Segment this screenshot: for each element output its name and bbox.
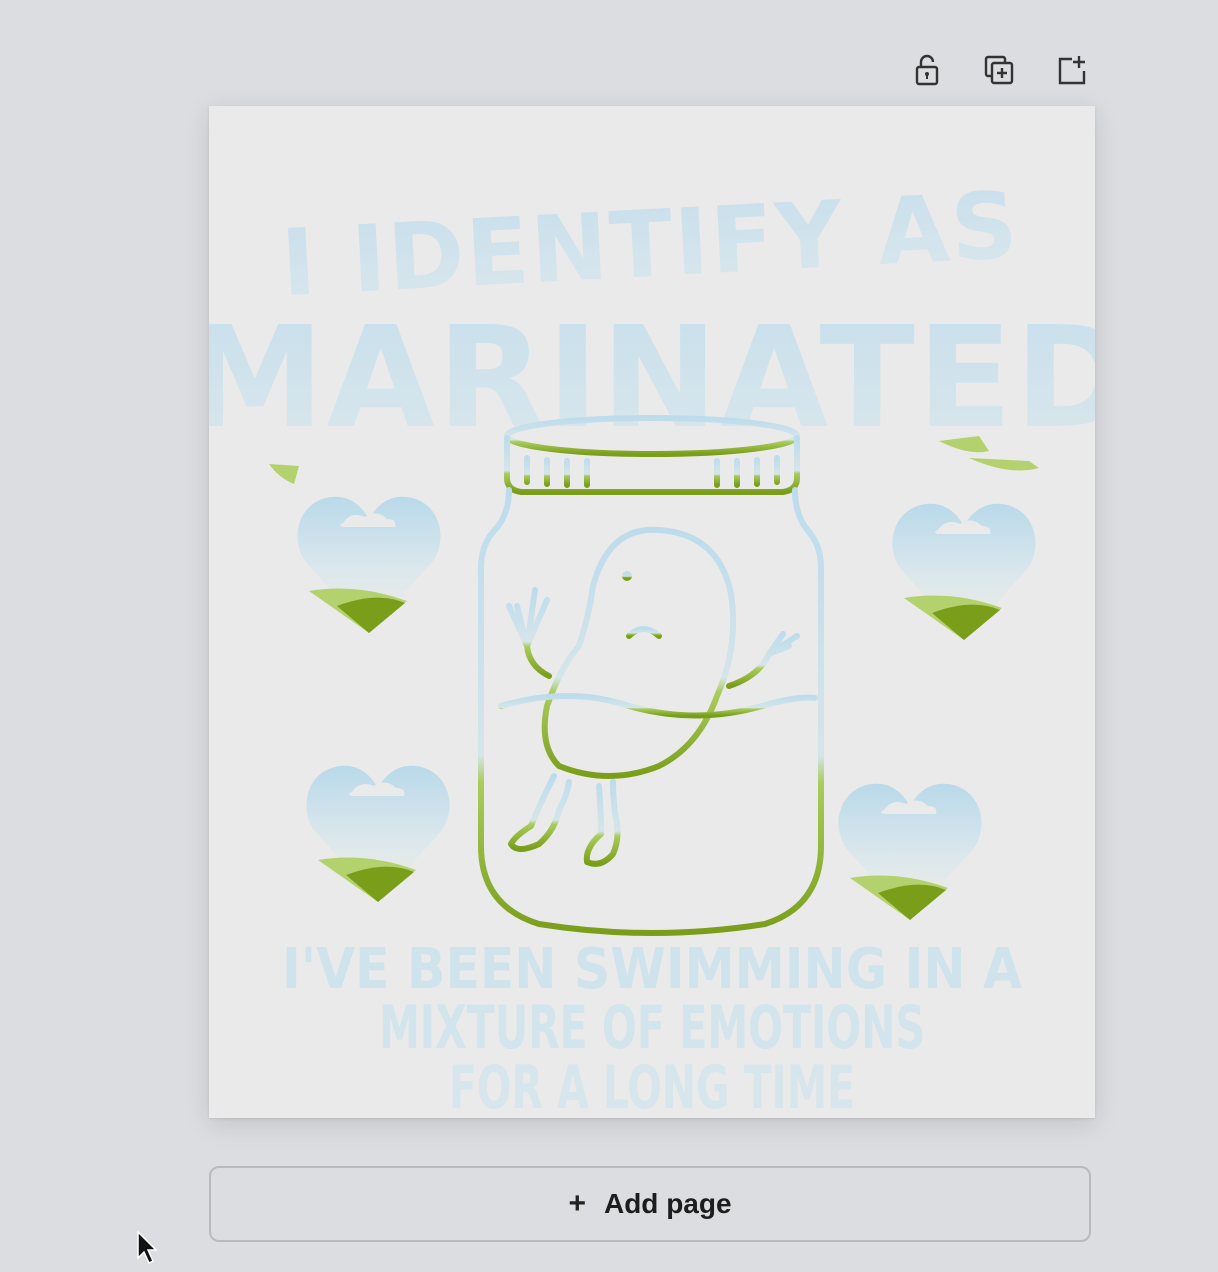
page-toolbar — [896, 46, 1096, 94]
tagline-line3: FOR A LONG TIME — [449, 1053, 855, 1118]
design-artwork: I IDENTIFY AS MARINATED I'VE BEEN SWIMMI… — [209, 172, 1095, 1118]
lock-page-button[interactable] — [902, 47, 952, 93]
add-page-icon — [1058, 56, 1086, 85]
heart-top-left — [297, 496, 441, 633]
lock-open-icon — [915, 54, 939, 86]
add-page-button[interactable]: + Add page — [209, 1166, 1091, 1242]
add-page-icon-button[interactable] — [1046, 47, 1096, 93]
heart-bottom-left — [306, 765, 450, 902]
design-page[interactable]: I IDENTIFY AS MARINATED I'VE BEEN SWIMMI… — [209, 106, 1095, 1118]
heart-top-right — [892, 503, 1036, 640]
headline-top: I IDENTIFY AS — [279, 172, 1022, 318]
heart-bottom-right — [838, 783, 982, 920]
add-page-label: Add page — [603, 1188, 732, 1219]
plus-icon: + — [568, 1187, 586, 1220]
duplicate-page-icon — [984, 55, 1014, 85]
duplicate-page-button[interactable] — [974, 47, 1024, 93]
headline-main: MARINATED — [209, 297, 1095, 460]
mouse-cursor-icon — [137, 1230, 158, 1265]
jar-illustration — [478, 415, 824, 936]
editor-workspace: I IDENTIFY AS MARINATED I'VE BEEN SWIMMI… — [0, 0, 1218, 1272]
